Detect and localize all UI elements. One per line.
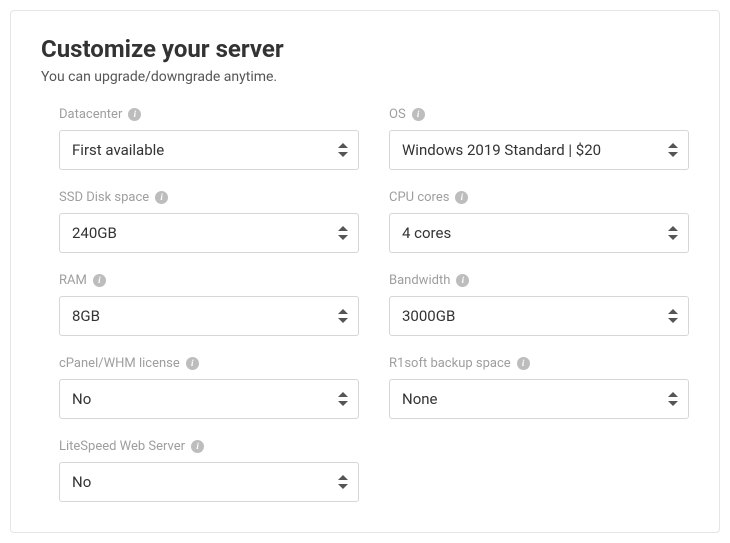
ram-select[interactable]: 8GB	[59, 296, 359, 336]
cpanel-label: cPanel/WHM license	[59, 356, 180, 371]
field-litespeed: LiteSpeed Web Server i No	[59, 439, 359, 502]
label-row: Datacenter i	[59, 107, 359, 122]
info-icon[interactable]: i	[128, 108, 141, 121]
litespeed-select[interactable]: No	[59, 462, 359, 502]
sort-icon	[338, 475, 348, 489]
info-icon[interactable]: i	[155, 191, 168, 204]
select-value: 4 cores	[402, 224, 451, 242]
sort-icon	[668, 143, 678, 157]
datacenter-select[interactable]: First available	[59, 130, 359, 170]
cpu-select[interactable]: 4 cores	[389, 213, 689, 253]
field-ram: RAM i 8GB	[59, 273, 359, 336]
info-icon[interactable]: i	[191, 440, 204, 453]
info-icon[interactable]: i	[412, 108, 425, 121]
info-icon[interactable]: i	[186, 357, 199, 370]
backup-select[interactable]: None	[389, 379, 689, 419]
cpu-label: CPU cores	[389, 190, 449, 205]
select-value: Windows 2019 Standard | $20	[402, 141, 601, 159]
field-cpanel: cPanel/WHM license i No	[59, 356, 359, 419]
info-icon[interactable]: i	[517, 357, 530, 370]
sort-icon	[338, 392, 348, 406]
bandwidth-label: Bandwidth	[389, 273, 450, 288]
info-icon[interactable]: i	[455, 191, 468, 204]
sort-icon	[338, 226, 348, 240]
sort-icon	[338, 143, 348, 157]
label-row: SSD Disk space i	[59, 190, 359, 205]
field-bandwidth: Bandwidth i 3000GB	[389, 273, 689, 336]
ram-label: RAM	[59, 273, 87, 288]
select-value: No	[72, 390, 91, 408]
page-title: Customize your server	[41, 35, 689, 63]
page-subtitle: You can upgrade/downgrade anytime.	[41, 69, 689, 85]
bandwidth-select[interactable]: 3000GB	[389, 296, 689, 336]
field-datacenter: Datacenter i First available	[59, 107, 359, 170]
label-row: R1soft backup space i	[389, 356, 689, 371]
os-select[interactable]: Windows 2019 Standard | $20	[389, 130, 689, 170]
label-row: OS i	[389, 107, 689, 122]
info-icon[interactable]: i	[456, 274, 469, 287]
select-value: None	[402, 390, 438, 408]
sort-icon	[668, 226, 678, 240]
select-value: 3000GB	[402, 307, 455, 325]
os-label: OS	[389, 107, 406, 122]
litespeed-label: LiteSpeed Web Server	[59, 439, 185, 454]
label-row: CPU cores i	[389, 190, 689, 205]
customize-server-panel: Customize your server You can upgrade/do…	[10, 10, 720, 533]
field-backup: R1soft backup space i None	[389, 356, 689, 419]
cpanel-select[interactable]: No	[59, 379, 359, 419]
field-os: OS i Windows 2019 Standard | $20	[389, 107, 689, 170]
label-row: Bandwidth i	[389, 273, 689, 288]
backup-label: R1soft backup space	[389, 356, 511, 371]
select-value: 8GB	[72, 307, 100, 325]
field-cpu: CPU cores i 4 cores	[389, 190, 689, 253]
select-value: 240GB	[72, 224, 117, 242]
disk-select[interactable]: 240GB	[59, 213, 359, 253]
label-row: cPanel/WHM license i	[59, 356, 359, 371]
select-value: No	[72, 473, 91, 491]
label-row: RAM i	[59, 273, 359, 288]
sort-icon	[668, 392, 678, 406]
field-disk: SSD Disk space i 240GB	[59, 190, 359, 253]
datacenter-label: Datacenter	[59, 107, 122, 122]
options-grid: Datacenter i First available OS i Window…	[41, 107, 689, 502]
select-value: First available	[72, 141, 164, 159]
label-row: LiteSpeed Web Server i	[59, 439, 359, 454]
sort-icon	[668, 309, 678, 323]
disk-label: SSD Disk space	[59, 190, 149, 205]
sort-icon	[338, 309, 348, 323]
info-icon[interactable]: i	[93, 274, 106, 287]
